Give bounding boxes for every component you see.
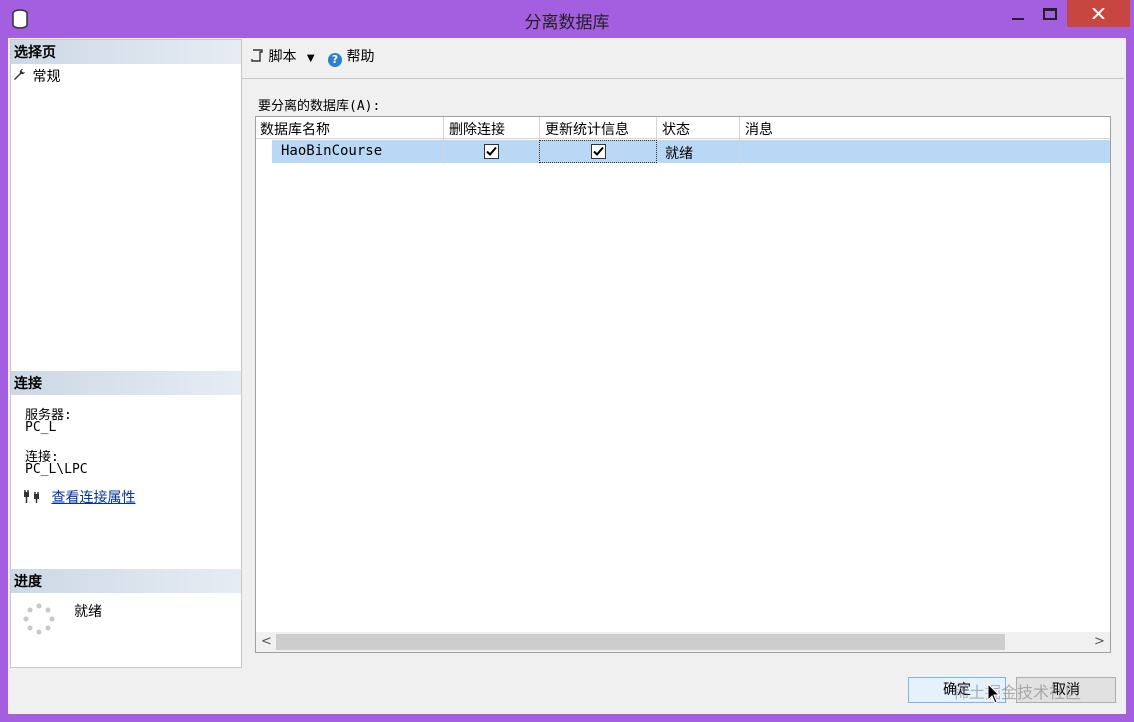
progress-header: 进度 [11,569,241,593]
horizontal-scrollbar[interactable]: < > [256,632,1110,652]
mouse-cursor-icon [987,683,1001,704]
database-name-cell: HaoBinCourse [281,143,383,159]
dialog-client-area: 选择页 常规 连接 服务器: PC_L 连接: PC_L\LPC 查看连接属性 … [8,38,1126,714]
minimize-icon [1012,18,1024,20]
maximize-icon [1043,8,1057,20]
script-label: 脚本 [268,49,297,65]
connection-value: PC_L\LPC [25,462,88,477]
help-icon: ? [328,53,342,67]
progress-status: 就绪 [74,604,102,620]
maximize-button[interactable] [1034,0,1064,28]
scroll-left-icon[interactable]: < [261,634,272,649]
checkmark-icon [593,146,604,156]
drop-connections-checkbox[interactable] [484,144,499,159]
column-divider [443,117,444,164]
databases-grid[interactable]: 数据库名称 删除连接 更新统计信息 状态 消息 HaoBinCourse 就绪 [255,116,1111,653]
close-button[interactable] [1067,0,1130,27]
detach-database-window: 分离数据库 选择页 常规 连接 服务器: PC_L 连接: PC_L\LPC 查… [0,0,1134,722]
column-divider [739,117,740,164]
connection-plug-icon [24,490,39,503]
view-connection-properties: 查看连接属性 [23,487,135,507]
column-header-message[interactable]: 消息 [745,119,773,139]
script-icon [251,49,263,62]
watermark: 稀土掘金技术社区 [953,683,1082,702]
close-icon [1092,8,1105,19]
status-cell: 就绪 [665,146,693,162]
progress-spinner-icon [23,603,55,635]
title-bar[interactable]: 分离数据库 [0,0,1134,38]
window-title: 分离数据库 [524,13,610,33]
left-pane: 选择页 常规 连接 服务器: PC_L 连接: PC_L\LPC 查看连接属性 … [10,39,242,668]
wrench-icon [14,68,28,84]
server-value: PC_L [25,420,57,435]
row-header-cell [256,140,272,163]
grid-header: 数据库名称 删除连接 更新统计信息 状态 消息 [256,117,1110,139]
help-label: 帮助 [346,49,375,65]
page-item-general[interactable]: 常规 [14,66,60,86]
scroll-right-icon[interactable]: > [1094,634,1105,649]
column-header-drop-connections[interactable]: 删除连接 [449,119,505,139]
toolbar: 脚本 ▼ ? 帮助 [242,39,1124,79]
checkmark-icon [486,146,497,156]
page-item-label: 常规 [32,69,61,85]
update-statistics-checkbox[interactable] [591,144,606,159]
databases-label: 要分离的数据库(A): [258,99,381,114]
view-connection-properties-link[interactable]: 查看连接属性 [51,490,135,506]
scrollbar-thumb[interactable] [276,634,1005,650]
select-page-header: 选择页 [11,40,241,64]
column-header-update-statistics[interactable]: 更新统计信息 [545,119,629,139]
help-button[interactable]: ? 帮助 [328,46,374,67]
column-header-name[interactable]: 数据库名称 [260,119,330,139]
script-button[interactable]: 脚本 ▼ [250,46,315,66]
connection-header: 连接 [11,371,241,395]
dropdown-arrow-icon[interactable]: ▼ [307,53,315,64]
column-header-status[interactable]: 状态 [662,119,690,139]
